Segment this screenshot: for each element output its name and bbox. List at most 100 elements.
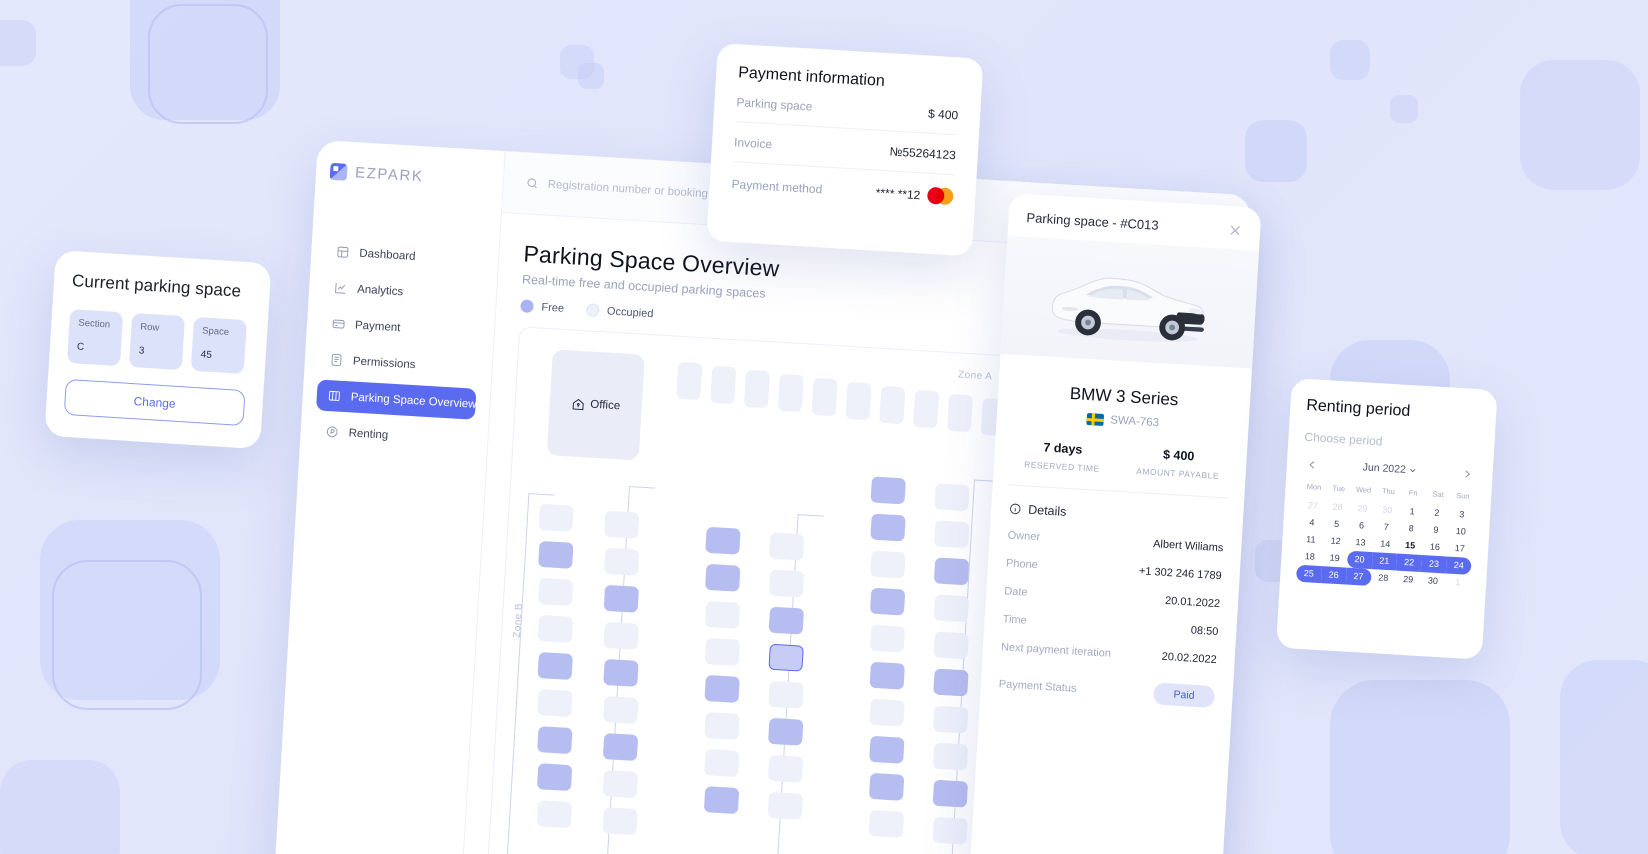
calendar-day[interactable]: 1 [1445, 573, 1471, 591]
calendar-day[interactable]: 4 [1299, 514, 1325, 532]
parking-slot[interactable] [913, 389, 940, 429]
calendar-day[interactable]: 28 [1325, 498, 1351, 516]
parking-slot[interactable] [538, 503, 574, 532]
calendar-day[interactable]: 12 [1323, 532, 1349, 550]
choose-period-placeholder[interactable]: Choose period [1304, 430, 1479, 454]
parking-slot[interactable] [676, 361, 703, 401]
calendar-day[interactable]: 27 [1300, 497, 1326, 515]
parking-slot[interactable] [704, 712, 740, 740]
parking-slot[interactable] [869, 661, 905, 690]
sidebar-item-permissions[interactable]: Permissions [318, 343, 479, 383]
parking-slot[interactable] [705, 563, 741, 592]
parking-slot[interactable] [811, 377, 838, 417]
sidebar-item-parking-space-overview[interactable]: Parking Space Overview [315, 379, 477, 420]
calendar-day[interactable]: 25 [1295, 564, 1322, 584]
parking-slot[interactable] [602, 807, 638, 836]
parking-slot[interactable] [603, 510, 640, 539]
parking-slot[interactable] [767, 754, 804, 783]
parking-slot[interactable] [932, 779, 969, 808]
calendar-day[interactable]: 19 [1322, 549, 1348, 567]
parking-slot[interactable] [710, 365, 737, 405]
parking-slot[interactable] [537, 577, 574, 606]
parking-slot[interactable] [768, 606, 805, 635]
calendar-day[interactable]: 16 [1422, 538, 1448, 556]
calendar-day[interactable]: 6 [1349, 517, 1375, 535]
calendar-day[interactable]: 23 [1421, 555, 1447, 574]
parking-slot[interactable] [704, 674, 740, 703]
parking-slot[interactable] [537, 726, 573, 755]
parking-slot[interactable] [743, 369, 771, 409]
sidebar-item-renting[interactable]: Renting [314, 415, 475, 455]
calendar-day[interactable]: 8 [1398, 520, 1424, 538]
parking-slot[interactable] [933, 594, 970, 623]
parking-slot[interactable] [768, 569, 805, 598]
calendar-month-selector[interactable]: Jun 2022 [1362, 461, 1417, 476]
parking-slot[interactable] [845, 381, 872, 421]
legend-item-occupied[interactable]: Occupied [585, 303, 654, 320]
parking-slot[interactable] [603, 621, 639, 650]
calendar-day[interactable]: 20 [1346, 550, 1373, 570]
calendar-day[interactable]: 21 [1371, 552, 1398, 571]
close-icon[interactable] [1228, 223, 1243, 238]
calendar-day[interactable]: 3 [1449, 506, 1475, 524]
calendar-day[interactable]: 26 [1320, 566, 1347, 585]
parking-slot[interactable] [704, 637, 741, 666]
parking-slot[interactable] [932, 742, 969, 771]
parking-slot[interactable] [868, 809, 905, 838]
calendar-day[interactable]: 22 [1396, 553, 1423, 572]
sidebar-item-payment[interactable]: Payment [320, 308, 481, 348]
parking-slot[interactable] [932, 816, 968, 845]
parking-slot[interactable] [536, 800, 573, 829]
calendar-day[interactable]: 14 [1372, 535, 1398, 553]
calendar-day[interactable]: 24 [1445, 556, 1472, 575]
change-button[interactable]: Change [63, 378, 246, 427]
calendar-day[interactable]: 17 [1447, 540, 1473, 558]
parking-slot[interactable] [537, 652, 573, 680]
parking-slot[interactable] [777, 373, 804, 413]
parking-slot-selected[interactable] [768, 643, 804, 672]
parking-slot[interactable] [933, 520, 970, 549]
parking-slot[interactable] [933, 705, 969, 734]
parking-slot[interactable] [704, 749, 740, 778]
parking-slot[interactable] [538, 540, 574, 569]
calendar-day[interactable]: 15 [1397, 537, 1423, 555]
calendar-day[interactable]: 28 [1370, 569, 1396, 587]
parking-slot[interactable] [603, 584, 640, 613]
parking-slot[interactable] [868, 772, 905, 801]
calendar-day[interactable]: 18 [1297, 548, 1323, 566]
parking-slot[interactable] [768, 680, 804, 709]
legend-item-free[interactable]: Free [520, 299, 564, 315]
chevron-right-icon[interactable] [1461, 468, 1473, 480]
parking-slot[interactable] [704, 600, 741, 629]
calendar-day[interactable]: 11 [1298, 531, 1324, 549]
parking-slot[interactable] [933, 557, 970, 586]
calendar-day[interactable]: 9 [1423, 521, 1449, 539]
parking-slot[interactable] [869, 735, 905, 764]
calendar-day[interactable]: 1 [1399, 503, 1425, 521]
parking-slot[interactable] [603, 658, 639, 687]
parking-slot[interactable] [870, 513, 906, 542]
parking-slot[interactable] [869, 624, 906, 653]
calendar-day[interactable]: 13 [1348, 534, 1374, 552]
parking-slot[interactable] [767, 791, 804, 820]
sidebar-item-dashboard[interactable]: Dashboard [325, 236, 486, 276]
parking-slot[interactable] [536, 763, 573, 792]
parking-slot[interactable] [946, 393, 974, 433]
parking-slot[interactable] [879, 385, 906, 425]
sidebar-item-analytics[interactable]: Analytics [322, 272, 483, 312]
parking-slot[interactable] [768, 532, 805, 561]
parking-slot[interactable] [869, 698, 905, 727]
calendar-day[interactable]: 2 [1424, 504, 1450, 522]
parking-slot[interactable] [537, 689, 573, 718]
chevron-left-icon[interactable] [1307, 459, 1319, 471]
calendar-day[interactable]: 30 [1420, 572, 1446, 590]
parking-slot[interactable] [537, 614, 574, 643]
parking-slot[interactable] [703, 786, 740, 815]
calendar-day[interactable]: 7 [1373, 518, 1399, 536]
parking-slot[interactable] [933, 631, 969, 660]
calendar-day[interactable]: 29 [1350, 500, 1376, 518]
calendar-days-grid[interactable]: 27 28 29 30 1 2 3 4 5 6 7 8 9 10 11 12 13 14 15 16 17 18 19 20 2… [1295, 497, 1475, 592]
parking-slot[interactable] [705, 526, 741, 555]
parking-slot[interactable] [869, 587, 906, 616]
calendar-day[interactable]: 29 [1395, 571, 1421, 589]
